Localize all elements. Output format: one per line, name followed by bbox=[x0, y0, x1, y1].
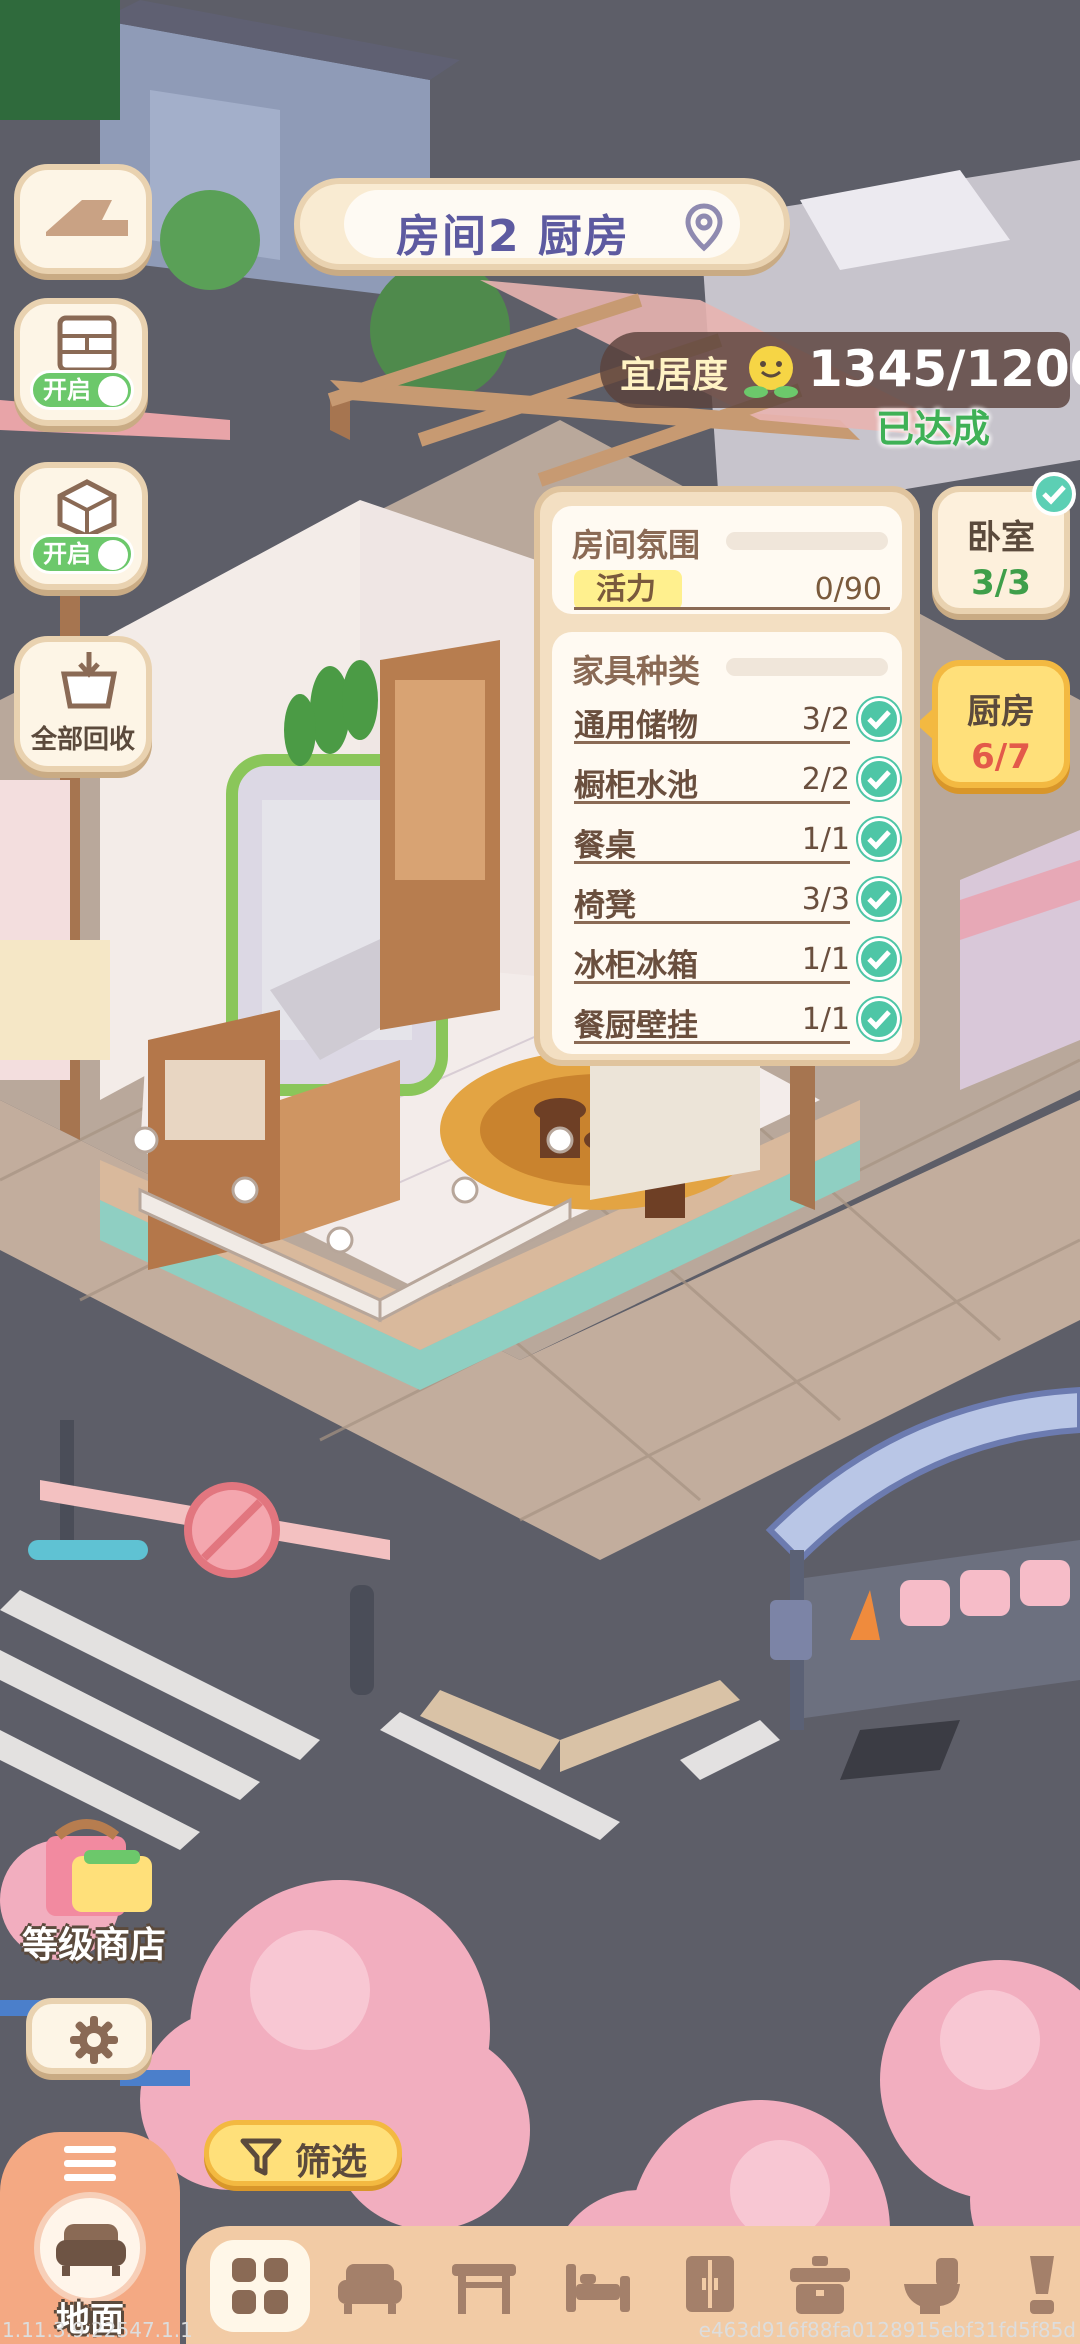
row-underline bbox=[574, 981, 850, 984]
category-bed[interactable] bbox=[548, 2240, 648, 2332]
smiley-flower-icon bbox=[744, 346, 798, 398]
room-tab-kitchen[interactable]: 厨房 6/7 bbox=[932, 660, 1070, 788]
room-tab-count: 6/7 bbox=[971, 737, 1031, 777]
furniture-name: 通用储物 bbox=[574, 708, 698, 744]
furniture-count: 3/2 bbox=[801, 702, 850, 737]
cube-toggle-switch[interactable]: 开启 bbox=[30, 534, 134, 574]
filter-label: 筛选 bbox=[295, 2142, 368, 2183]
location-pin-icon[interactable] bbox=[684, 202, 724, 252]
sofa-floor-icon bbox=[56, 2224, 126, 2276]
category-table[interactable] bbox=[434, 2240, 534, 2332]
basket-recycle-icon bbox=[60, 652, 118, 709]
comfort-label: 宜居度 bbox=[620, 355, 729, 396]
cube-toggle-label: 开启 bbox=[43, 540, 91, 568]
gear-icon bbox=[70, 2016, 118, 2064]
furniture-count: 1/1 bbox=[801, 1002, 850, 1037]
floor-icon-circle bbox=[34, 2192, 146, 2304]
section-divider bbox=[726, 658, 888, 676]
comfort-indicator: 宜居度 1345/1200 bbox=[600, 332, 1080, 408]
wall-toggle-switch[interactable]: 开启 bbox=[30, 370, 134, 410]
level-shop-label: 等级商店 bbox=[21, 1925, 166, 1966]
category-all[interactable] bbox=[210, 2240, 310, 2332]
check-icon bbox=[858, 758, 900, 800]
back-button[interactable] bbox=[14, 164, 152, 274]
check-icon bbox=[858, 698, 900, 740]
check-icon bbox=[858, 998, 900, 1040]
atmosphere-title: 房间氛围 bbox=[572, 526, 701, 564]
cube-icon bbox=[57, 479, 117, 539]
furniture-row: 通用储物 3/2 bbox=[574, 694, 900, 744]
category-sofa[interactable] bbox=[320, 2240, 420, 2332]
room-title: 房间2 厨房 bbox=[396, 211, 630, 262]
furniture-count: 1/1 bbox=[801, 822, 850, 857]
atmosphere-section: 房间氛围 活力 0/90 bbox=[552, 506, 902, 614]
wardrobe-icon bbox=[686, 2256, 734, 2312]
room-title-bar[interactable]: 房间2 厨房 bbox=[294, 178, 790, 270]
back-arrow-icon bbox=[46, 200, 128, 236]
completed-check-icon bbox=[1032, 472, 1076, 516]
furniture-row: 橱柜水池 2/2 bbox=[574, 754, 900, 804]
wall-toggle[interactable]: 开启 bbox=[14, 298, 148, 426]
room-tab-name: 卧室 bbox=[967, 518, 1035, 558]
row-underline bbox=[574, 1041, 850, 1044]
room-tab-count: 3/3 bbox=[971, 563, 1031, 603]
toggle-knob bbox=[98, 540, 128, 570]
all-grid-icon bbox=[232, 2258, 288, 2314]
recycle-all-button[interactable]: 全部回收 bbox=[14, 636, 152, 772]
vitality-label: 活力 bbox=[574, 570, 682, 610]
row-underline bbox=[574, 921, 850, 924]
shop-bag-icon bbox=[46, 1819, 152, 1916]
row-underline bbox=[574, 861, 850, 864]
room-tab-bedroom[interactable]: 卧室 3/3 bbox=[932, 472, 1076, 614]
recycle-all-label: 全部回收 bbox=[30, 725, 135, 755]
furniture-name: 餐桌 bbox=[574, 828, 636, 864]
wall-toggle-label: 开启 bbox=[43, 376, 91, 404]
furniture-title: 家具种类 bbox=[572, 652, 701, 690]
table-icon bbox=[452, 2264, 516, 2314]
bed-icon bbox=[566, 2264, 630, 2312]
furniture-row: 餐桌 1/1 bbox=[574, 814, 900, 864]
sofa-icon bbox=[338, 2264, 402, 2314]
furniture-count: 1/1 bbox=[801, 942, 850, 977]
floor-category-tab[interactable]: 地面 bbox=[0, 2132, 180, 2344]
comfort-value: 1345/1200 bbox=[808, 340, 1080, 398]
room-info-panel: 房间氛围 活力 0/90 家具种类 通用储物 3/2 橱柜水池 2/2 餐桌 1… bbox=[534, 486, 920, 1066]
toggle-knob bbox=[98, 376, 128, 406]
room-tab-name: 厨房 bbox=[967, 692, 1035, 732]
furniture-row: 餐厨壁挂 1/1 bbox=[574, 994, 900, 1044]
furniture-row: 冰柜冰箱 1/1 bbox=[574, 934, 900, 984]
settings-button[interactable] bbox=[26, 1998, 152, 2074]
lamp-icon bbox=[1030, 2256, 1054, 2314]
section-divider bbox=[726, 532, 888, 550]
check-icon bbox=[858, 938, 900, 980]
wall-icon bbox=[57, 315, 117, 373]
comfort-status: 已达成 bbox=[876, 407, 991, 451]
furniture-section: 家具种类 通用储物 3/2 橱柜水池 2/2 餐桌 1/1 椅凳 3/3 冰柜冰… bbox=[552, 632, 902, 1054]
menu-list-icon[interactable] bbox=[64, 2146, 116, 2182]
filter-funnel-icon bbox=[240, 2138, 282, 2176]
cube-toggle[interactable]: 开启 bbox=[14, 462, 148, 590]
toilet-icon bbox=[904, 2258, 960, 2314]
furniture-count: 3/3 bbox=[801, 882, 850, 917]
check-icon bbox=[858, 818, 900, 860]
vitality-row: 活力 0/90 bbox=[574, 570, 890, 610]
row-underline bbox=[574, 741, 850, 744]
row-underline bbox=[574, 607, 890, 610]
vitality-value: 0/90 bbox=[814, 572, 882, 607]
furniture-count: 2/2 bbox=[801, 762, 850, 797]
furniture-row: 椅凳 3/3 bbox=[574, 874, 900, 924]
check-icon bbox=[858, 878, 900, 920]
build-hash-text: e463d916f88fa0128915ebf31fd5f85d bbox=[698, 2318, 1076, 2342]
furniture-name: 橱柜水池 bbox=[574, 768, 698, 804]
furniture-name: 餐厨壁挂 bbox=[574, 1008, 698, 1044]
furniture-name: 冰柜冰箱 bbox=[574, 948, 698, 984]
furniture-name: 椅凳 bbox=[574, 888, 636, 924]
filter-button[interactable]: 筛选 bbox=[204, 2120, 402, 2186]
level-shop-button[interactable]: 等级商店 bbox=[6, 1816, 182, 1966]
row-underline bbox=[574, 801, 850, 804]
cabinet-icon bbox=[790, 2256, 850, 2314]
version-text: 1.11.3.9.22547.1.1 bbox=[2, 2318, 193, 2342]
